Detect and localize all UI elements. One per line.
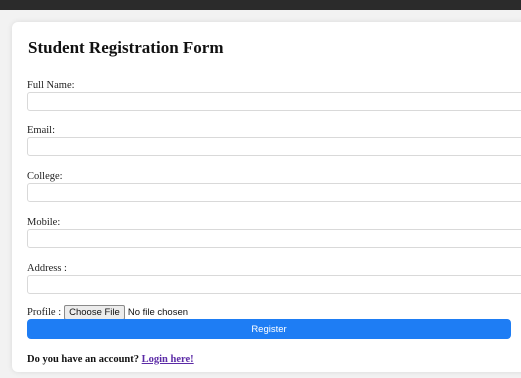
login-link[interactable]: Login here!	[142, 354, 194, 365]
mobile-input[interactable]	[27, 229, 521, 248]
full-name-label: Full Name:	[27, 80, 75, 91]
address-input[interactable]	[27, 275, 521, 294]
choose-file-button[interactable]: Choose File	[64, 305, 125, 320]
college-input[interactable]	[27, 183, 521, 202]
full-name-input[interactable]	[27, 92, 521, 111]
college-label: College:	[27, 171, 63, 182]
address-label: Address :	[27, 263, 67, 274]
login-prompt-text: Do you have an account?	[27, 354, 142, 365]
mobile-label: Mobile:	[27, 217, 61, 228]
email-input[interactable]	[27, 137, 521, 156]
page-background: Student Registration Form Full Name: Ema…	[0, 10, 521, 378]
email-label: Email:	[27, 125, 55, 136]
profile-row: Profile : Choose File No file chosen	[27, 305, 188, 320]
file-status-text: No file chosen	[127, 307, 189, 318]
profile-label: Profile :	[27, 307, 62, 318]
top-bar	[0, 0, 521, 10]
register-button[interactable]: Register	[27, 319, 511, 339]
registration-card: Student Registration Form Full Name: Ema…	[12, 22, 521, 372]
form-title: Student Registration Form	[28, 38, 224, 57]
login-prompt: Do you have an account? Login here!	[27, 354, 194, 365]
